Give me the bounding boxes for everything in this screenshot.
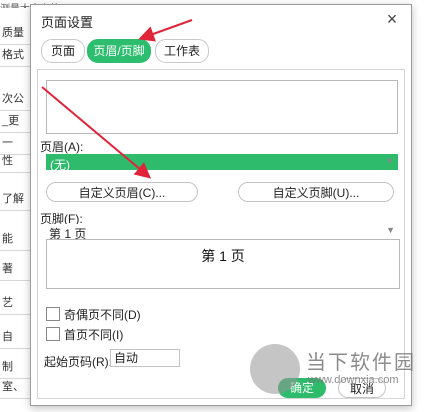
- header-select[interactable]: (无) ▼: [46, 154, 398, 172]
- watermark: 当下软件园 www.downxia.com: [250, 344, 420, 404]
- start-page-label: 起始页码(R):: [44, 355, 112, 369]
- chevron-down-icon: ▼: [385, 156, 394, 166]
- custom-footer-button[interactable]: 自定义页脚(U)...: [238, 182, 394, 202]
- header-select-value: (无): [50, 158, 70, 172]
- dialog-title: 页面设置: [41, 15, 94, 30]
- tab-worksheet[interactable]: 工作表: [155, 39, 209, 63]
- first-page-checkbox[interactable]: [46, 327, 60, 341]
- first-page-label: 首页不同(I): [64, 328, 124, 342]
- tab-page[interactable]: 页面: [41, 39, 85, 63]
- custom-header-button[interactable]: 自定义页眉(C)...: [46, 182, 198, 202]
- close-icon[interactable]: ×: [383, 10, 401, 28]
- dialog-titlebar[interactable]: 页面设置 ×: [31, 5, 411, 35]
- chevron-down-icon: ▼: [386, 225, 395, 235]
- header-label: 页眉(A):: [40, 140, 84, 154]
- odd-even-checkbox[interactable]: [46, 307, 60, 321]
- odd-even-label: 奇偶页不同(D): [64, 308, 141, 322]
- watermark-text: 当下软件园: [306, 352, 416, 374]
- header-preview: [46, 80, 398, 134]
- start-page-input[interactable]: 自动: [110, 349, 180, 367]
- watermark-logo-icon: [250, 344, 300, 394]
- footer-preview-text: 第 1 页: [201, 248, 245, 264]
- watermark-url: www.downxia.com: [308, 374, 399, 386]
- footer-select[interactable]: 第 1 页 ▼: [46, 224, 398, 241]
- footer-preview: 第 1 页: [46, 239, 400, 289]
- tab-header-footer[interactable]: 页眉/页脚: [87, 39, 151, 63]
